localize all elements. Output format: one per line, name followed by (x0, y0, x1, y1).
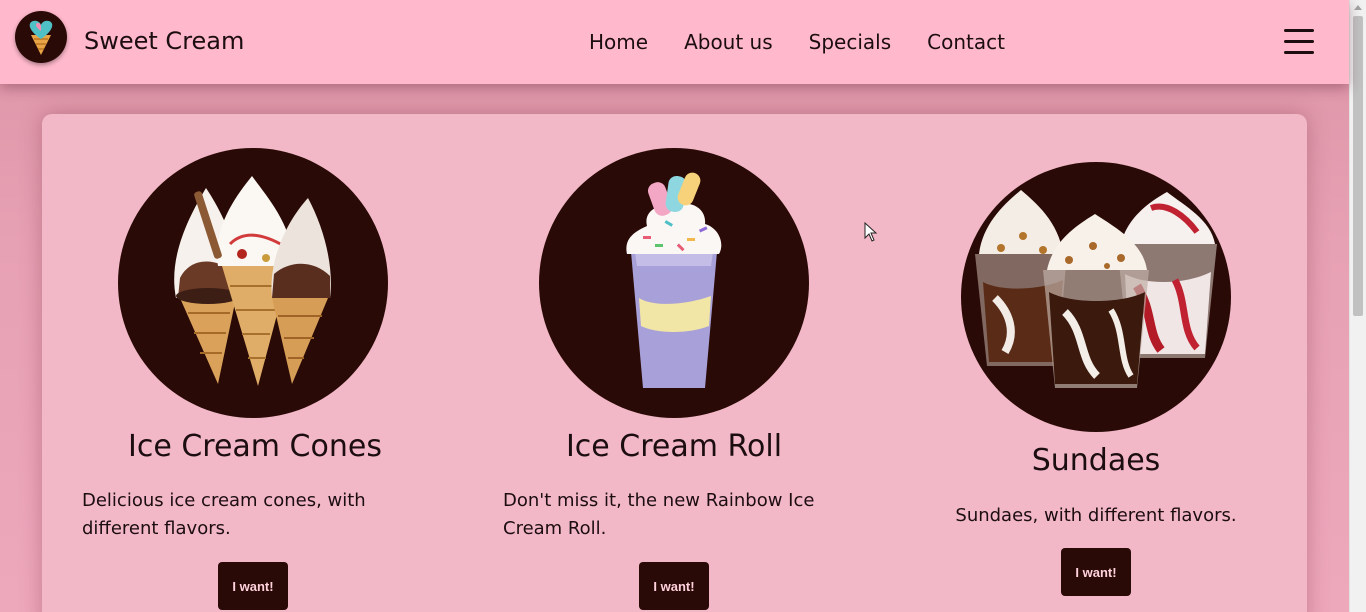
hamburger-icon[interactable] (1284, 28, 1314, 56)
scroll-thumb[interactable] (1353, 16, 1363, 316)
nav-item-home[interactable]: Home (589, 28, 648, 56)
product-desc-roll: Don't miss it, the new Rainbow Ice Cream… (503, 490, 815, 539)
nav-item-specials[interactable]: Specials (809, 28, 891, 56)
product-title-roll: Ice Cream Roll (565, 429, 783, 464)
main-nav: Home About us Specials Contact (589, 28, 1005, 56)
i-want-button-roll[interactable]: I want! (639, 562, 709, 610)
ice-cream-heart-logo-icon[interactable] (15, 11, 67, 63)
mouse-pointer-icon (864, 221, 878, 246)
product-title-cones: Ice Cream Cones (128, 429, 382, 464)
i-want-button-cones[interactable]: I want! (218, 562, 288, 610)
products-panel: Ice Cream Cones Delicious ice cream cone… (42, 114, 1307, 612)
scroll-up-arrow-icon[interactable] (1354, 5, 1362, 10)
sundaes-image (961, 162, 1231, 432)
product-desc-sundaes: Sundaes, with different flavors. (955, 505, 1237, 526)
nav-item-about-us[interactable]: About us (684, 28, 773, 56)
brand-name[interactable]: Sweet Cream (84, 25, 244, 57)
nav-item-contact[interactable]: Contact (927, 28, 1005, 56)
product-title-sundaes: Sundaes (1031, 443, 1161, 478)
product-desc-cones: Delicious ice cream cones, with differen… (82, 490, 366, 539)
site-header: Sweet Cream Home About us Specials Conta… (0, 0, 1349, 84)
ice-cream-roll-image (539, 148, 809, 418)
ice-cream-cones-image (118, 148, 388, 418)
i-want-button-sundaes[interactable]: I want! (1061, 548, 1131, 596)
page-scrollbar[interactable] (1349, 0, 1366, 612)
